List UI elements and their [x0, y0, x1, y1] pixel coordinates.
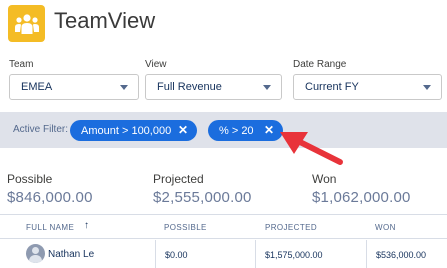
column-header-projected[interactable]: PROJECTED — [265, 223, 317, 232]
filter-pill-percent[interactable]: % > 20 ✕ — [208, 120, 283, 141]
people-group-icon — [14, 13, 39, 34]
view-select[interactable]: Full Revenue — [145, 74, 282, 100]
metric-label-possible: Possible — [7, 172, 53, 186]
cell-full-name[interactable]: Nathan Le — [48, 249, 94, 260]
filter-pill-label: Amount > 100,000 — [81, 124, 172, 137]
metric-label-won: Won — [312, 172, 337, 186]
column-header-won[interactable]: WON — [375, 223, 396, 232]
column-header-full-name[interactable]: FULL NAME — [26, 223, 74, 232]
table-header: FULL NAME ↑ POSSIBLE PROJECTED WON — [0, 214, 447, 239]
app-logo — [8, 5, 45, 42]
date-range-select[interactable]: Current FY — [293, 74, 442, 100]
date-range-filter-label: Date Range — [293, 59, 347, 70]
active-filter-label: Active Filter: — [13, 124, 69, 135]
column-header-possible[interactable]: POSSIBLE — [164, 223, 207, 232]
table-row[interactable]: Nathan Le $0.00 $1,575,000.00 $536,000.0… — [0, 240, 447, 268]
filter-pill-label: % > 20 — [219, 124, 254, 137]
chevron-down-icon — [120, 85, 128, 90]
sort-ascending-icon[interactable]: ↑ — [84, 220, 89, 231]
red-arrow-pointer-icon — [280, 132, 343, 165]
user-icon — [32, 247, 39, 254]
view-filter-label: View — [145, 59, 167, 70]
team-select[interactable]: EMEA — [9, 74, 139, 100]
avatar — [26, 244, 45, 263]
cell-possible: $0.00 — [165, 250, 188, 260]
date-range-select-value: Current FY — [305, 81, 359, 93]
filter-pill-amount[interactable]: Amount > 100,000 ✕ — [70, 120, 197, 141]
metric-label-projected: Projected — [153, 172, 204, 186]
view-select-value: Full Revenue — [157, 81, 222, 93]
active-filter-bar: Active Filter: Amount > 100,000 ✕ % > 20… — [0, 112, 447, 148]
team-filter-label: Team — [9, 59, 34, 70]
cell-won: $536,000.00 — [376, 250, 427, 260]
metric-value-possible: $846,000.00 — [7, 189, 93, 206]
team-select-value: EMEA — [21, 81, 53, 93]
close-icon[interactable]: ✕ — [178, 123, 188, 137]
metric-value-won: $1,062,000.00 — [312, 189, 411, 206]
metric-value-projected: $2,555,000.00 — [153, 189, 252, 206]
chevron-down-icon — [263, 85, 271, 90]
cell-projected: $1,575,000.00 — [265, 250, 323, 260]
app-title: TeamView — [54, 8, 156, 33]
close-icon[interactable]: ✕ — [264, 123, 274, 137]
chevron-down-icon — [423, 85, 431, 90]
